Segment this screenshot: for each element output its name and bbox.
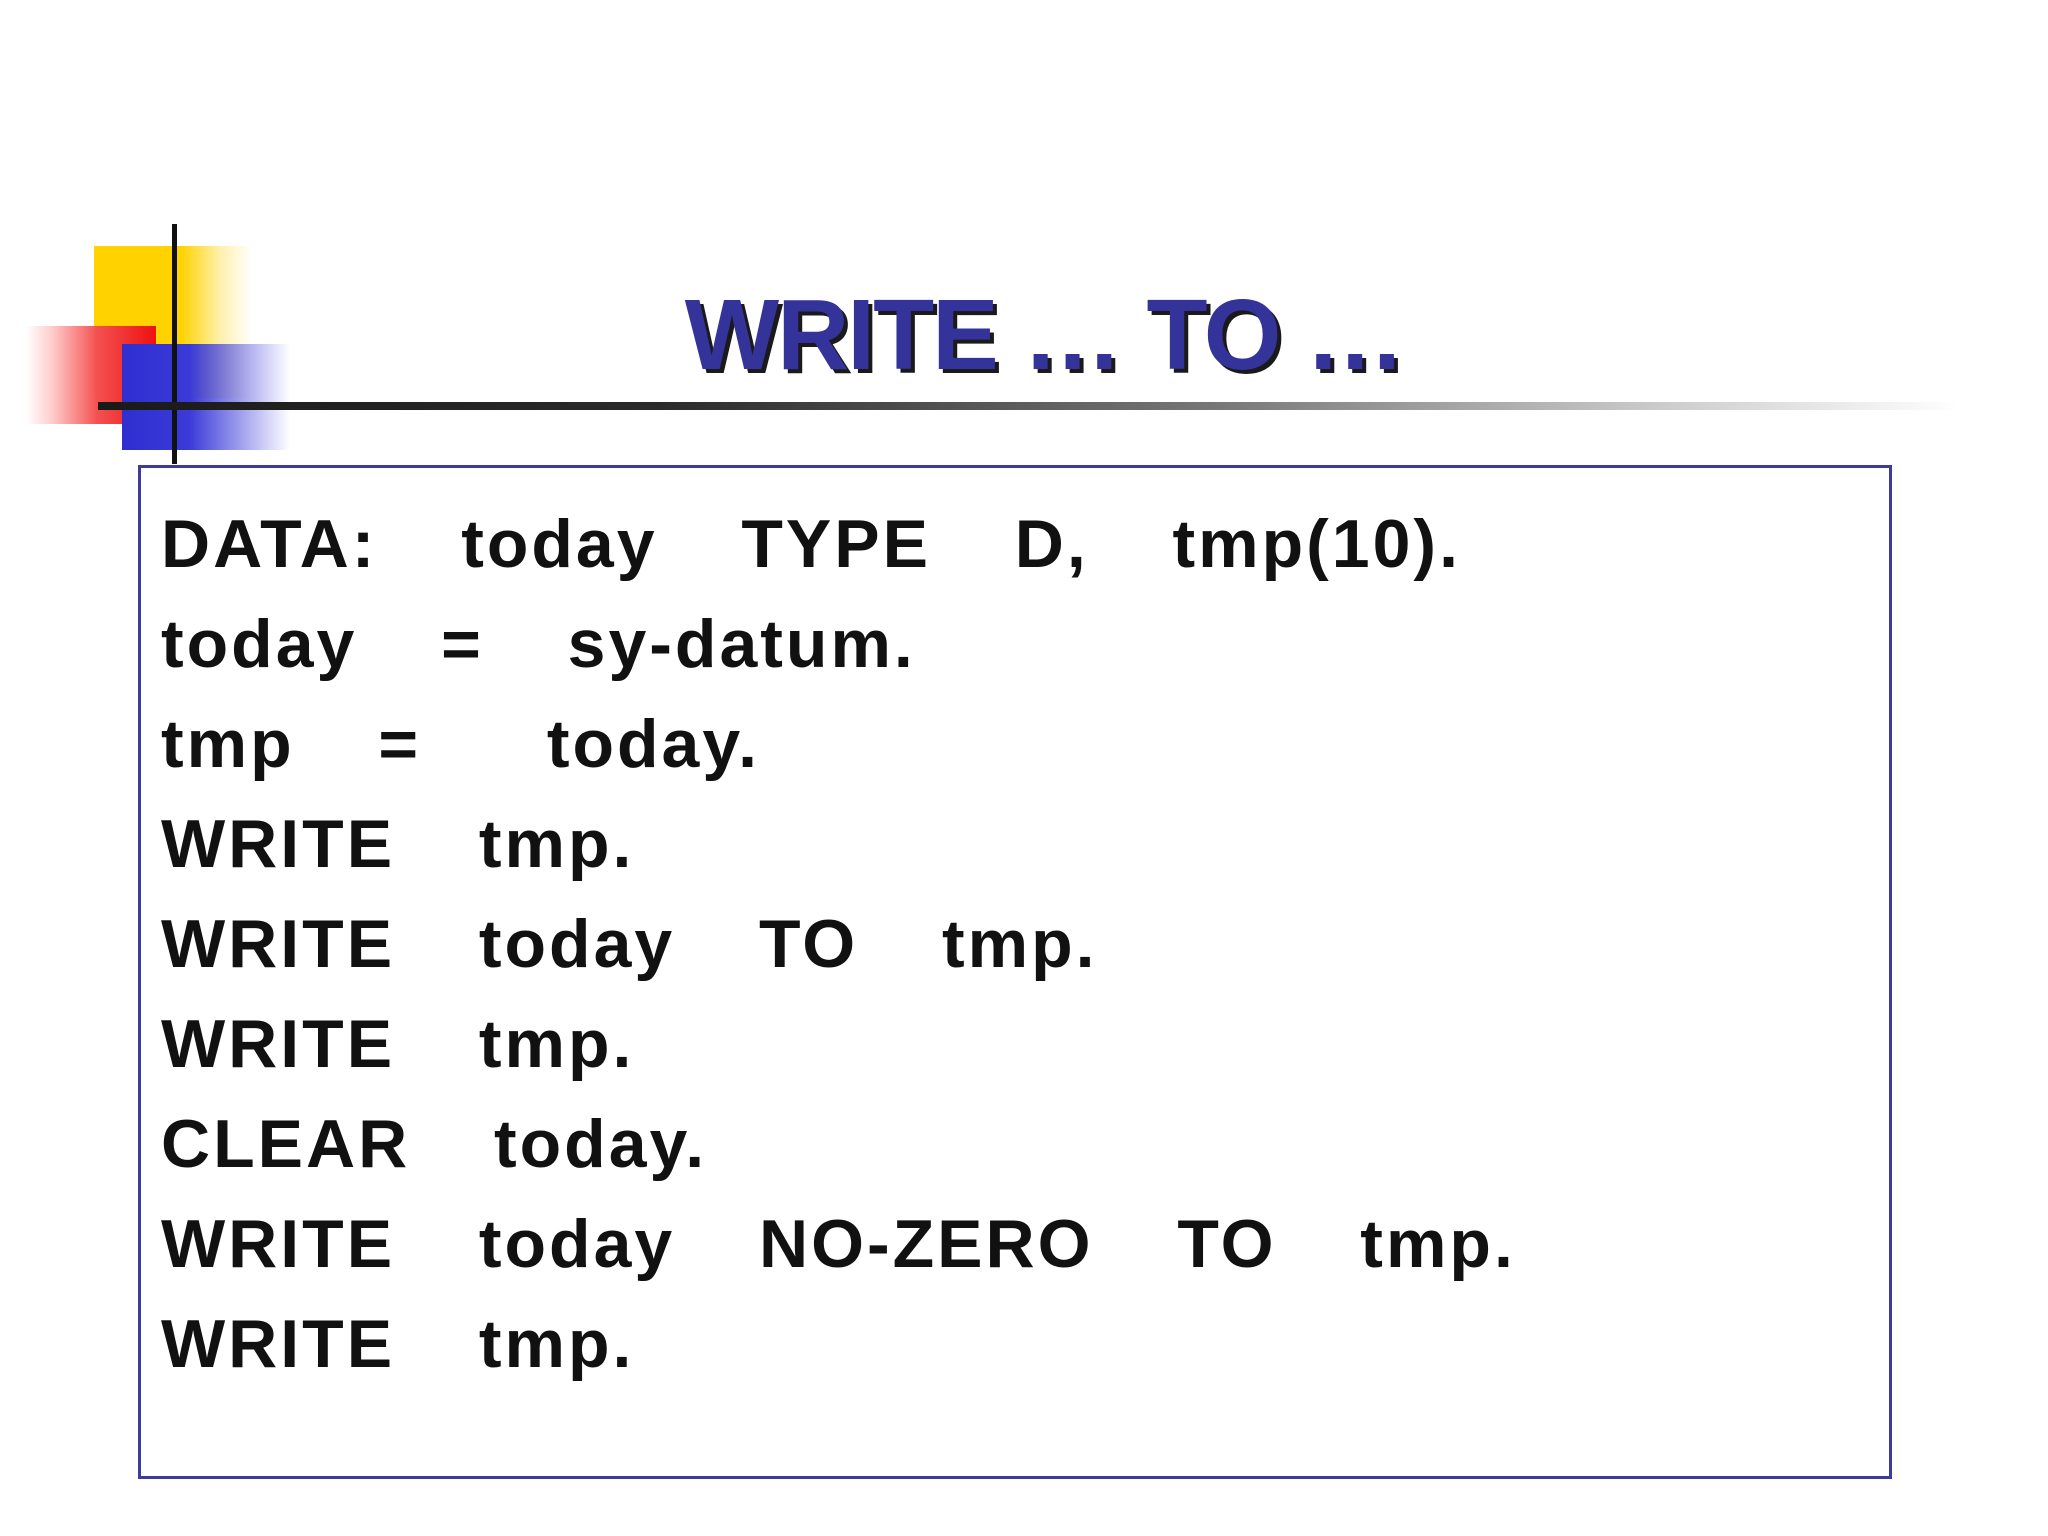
code-line: CLEAR today. — [161, 1106, 708, 1182]
code-line: today = sy-datum. — [161, 606, 916, 682]
slide: WRITE … TO … DATA: today TYPE D, tmp(10)… — [0, 0, 2048, 1536]
code-line: WRITE tmp. — [161, 1306, 635, 1382]
code-line: tmp = today. — [161, 706, 761, 782]
code-line: WRITE today TO tmp. — [161, 906, 1098, 982]
slide-title: WRITE … TO … — [684, 279, 1406, 391]
code-line: WRITE tmp. — [161, 806, 635, 882]
code-lines: DATA: today TYPE D, tmp(10). today = sy-… — [161, 494, 1516, 1394]
code-line: WRITE today NO-ZERO TO tmp. — [161, 1206, 1516, 1282]
code-line: WRITE tmp. — [161, 1006, 635, 1082]
title-underline — [98, 402, 1960, 410]
code-line: DATA: today TYPE D, tmp(10). — [161, 506, 1461, 582]
code-box: DATA: today TYPE D, tmp(10). today = sy-… — [138, 465, 1892, 1479]
